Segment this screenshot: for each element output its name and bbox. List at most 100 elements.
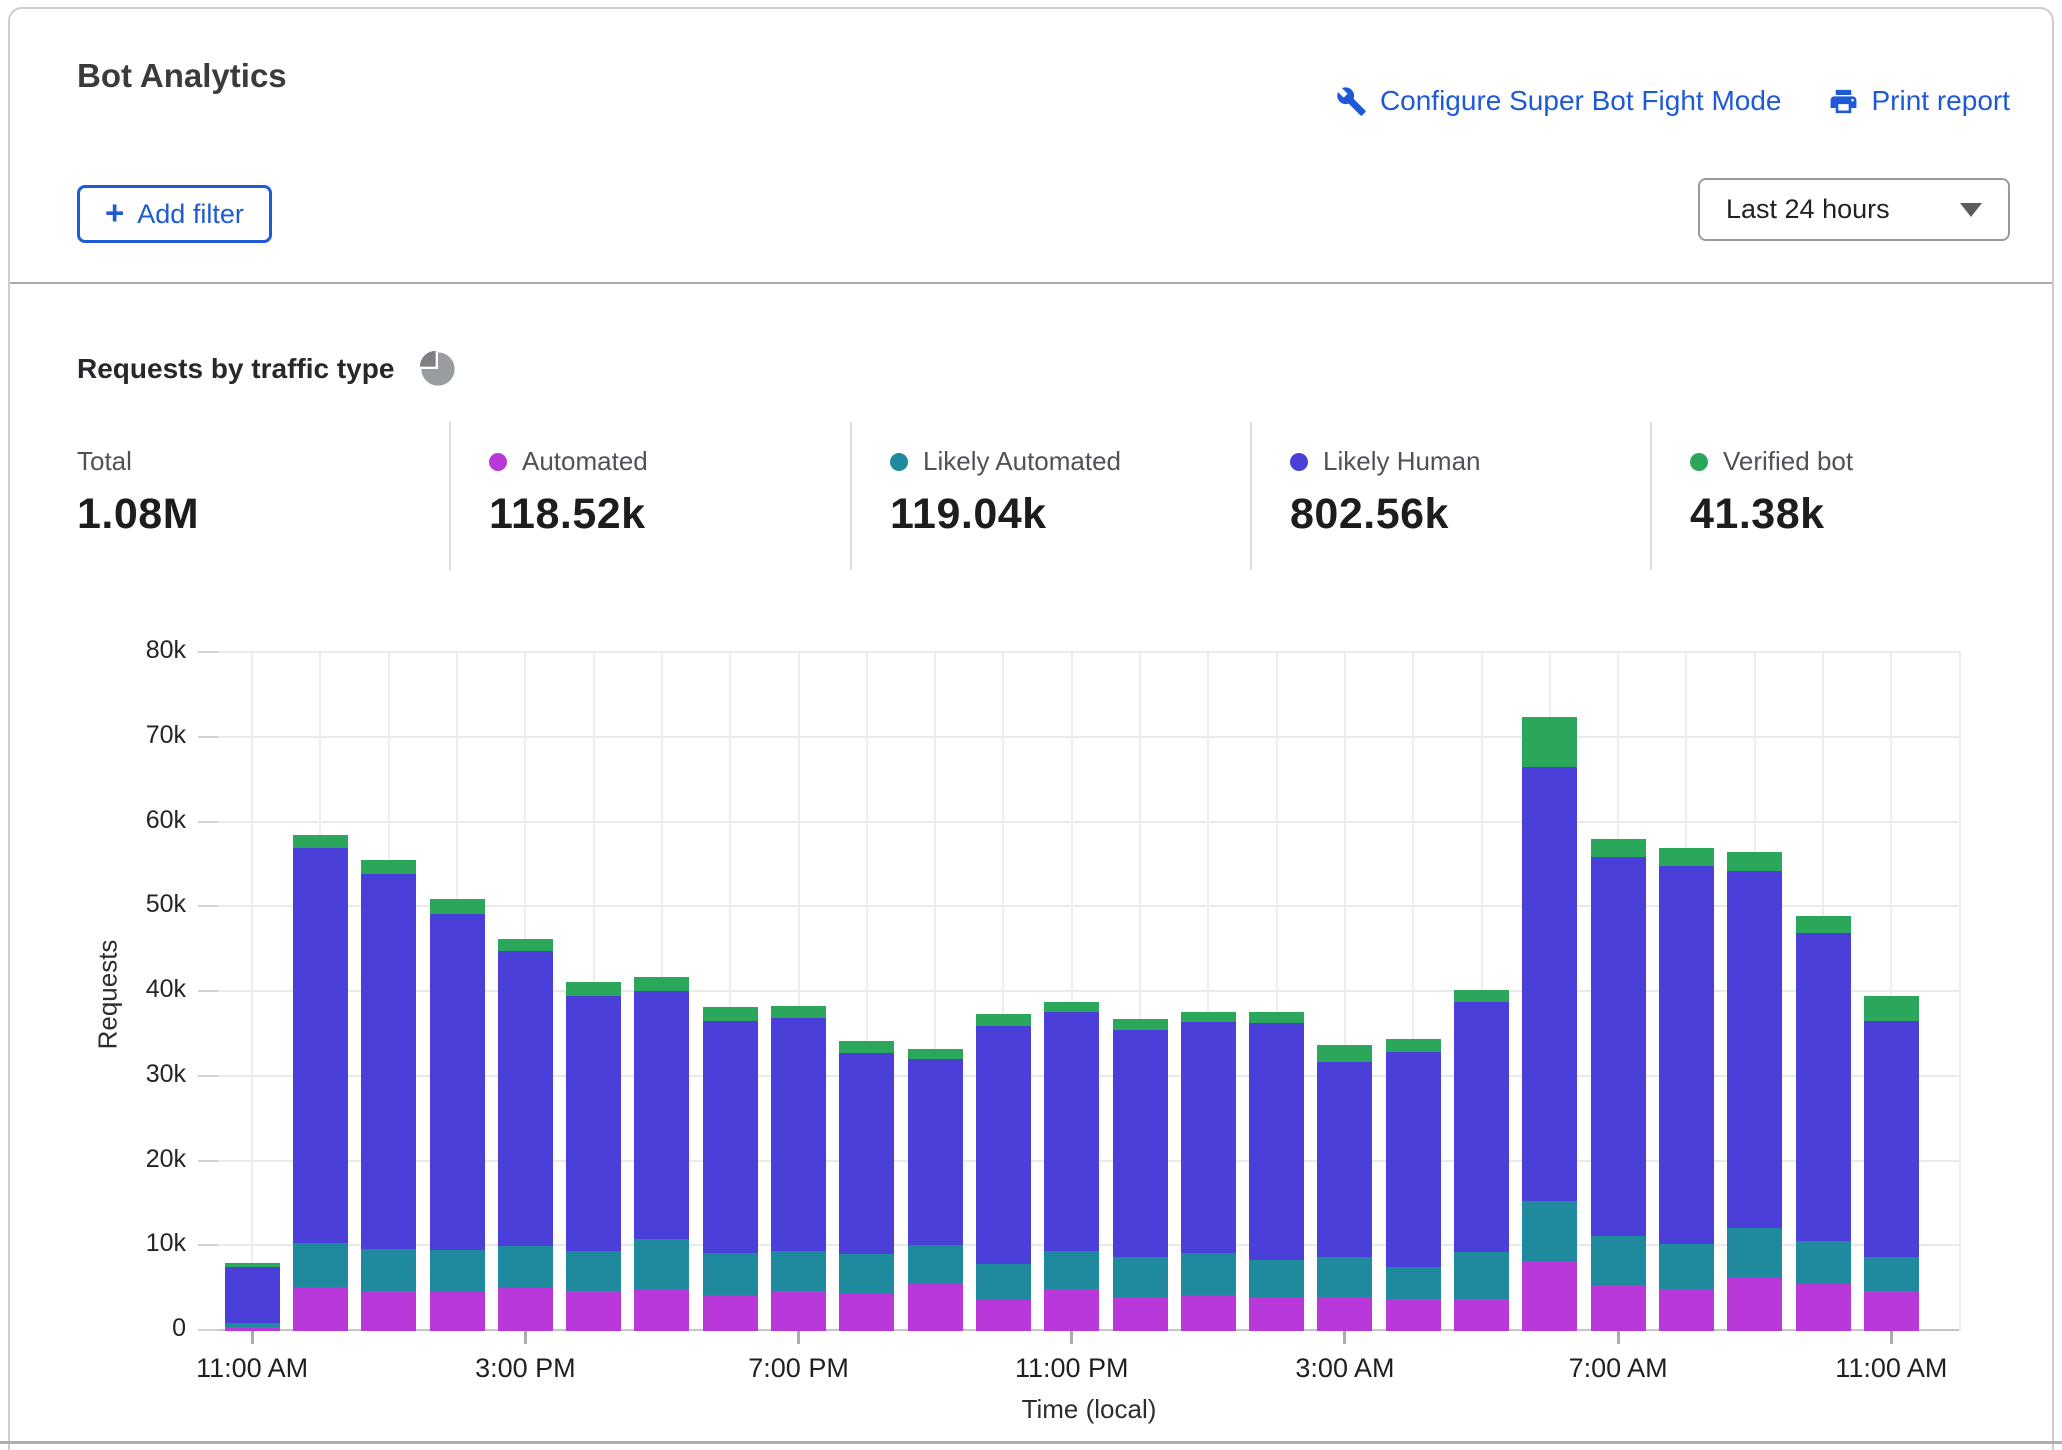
stacked-bar-3-00-pm[interactable] bbox=[498, 939, 553, 1331]
stat-divider bbox=[1250, 422, 1252, 570]
stat-automated-label: Automated bbox=[522, 446, 648, 477]
add-filter-label: Add filter bbox=[137, 199, 244, 230]
bar-segment-verified-bot bbox=[1796, 916, 1851, 933]
stat-likely-human-value: 802.56k bbox=[1290, 490, 1481, 539]
time-range-select[interactable]: Last 24 hours bbox=[1698, 178, 2010, 241]
bar-segment-likely-human bbox=[908, 1059, 963, 1245]
bar-segment-likely-automated bbox=[839, 1254, 894, 1294]
stacked-bar-6-00-pm[interactable] bbox=[703, 1007, 758, 1331]
stacked-bar-8-00-pm[interactable] bbox=[839, 1041, 894, 1331]
bar-segment-likely-human bbox=[1113, 1030, 1168, 1257]
bar-segment-verified-bot bbox=[1113, 1019, 1168, 1030]
bar-segment-likely-human bbox=[430, 914, 485, 1250]
stacked-bar-11-00-am[interactable] bbox=[225, 1263, 280, 1331]
x-tick-label: 11:00 AM bbox=[1835, 1353, 1947, 1384]
y-tick bbox=[198, 736, 218, 738]
stacked-bar-9-00-pm[interactable] bbox=[908, 1049, 963, 1331]
print-link-label: Print report bbox=[1872, 85, 2011, 117]
stat-total-value: 1.08M bbox=[77, 490, 199, 539]
y-tick-label: 0 bbox=[68, 1314, 186, 1343]
add-filter-button[interactable]: + Add filter bbox=[77, 185, 272, 243]
stacked-bar-3-00-am[interactable] bbox=[1317, 1045, 1372, 1331]
bar-segment-likely-human bbox=[976, 1026, 1031, 1264]
bar-segment-likely-automated bbox=[1113, 1257, 1168, 1297]
stacked-bar-2-00-am[interactable] bbox=[1249, 1012, 1304, 1331]
stat-total-label: Total bbox=[77, 446, 132, 477]
wrench-icon bbox=[1336, 86, 1367, 117]
y-gridline bbox=[218, 821, 1961, 823]
bar-segment-likely-human bbox=[1181, 1022, 1236, 1253]
page-title: Bot Analytics bbox=[77, 57, 287, 95]
stacked-bar-1-00-pm[interactable] bbox=[361, 860, 416, 1331]
x-tick bbox=[251, 1331, 254, 1344]
bar-segment-automated bbox=[1591, 1285, 1646, 1331]
y-tick-label: 60k bbox=[68, 806, 186, 835]
bar-segment-likely-automated bbox=[1044, 1251, 1099, 1289]
stacked-bar-9-00-am[interactable] bbox=[1727, 852, 1782, 1331]
x-tick-label: 3:00 PM bbox=[475, 1353, 576, 1384]
stacked-bar-6-00-am[interactable] bbox=[1522, 717, 1577, 1331]
y-tick-label: 20k bbox=[68, 1145, 186, 1174]
bar-segment-likely-human bbox=[1659, 866, 1714, 1244]
bar-segment-automated bbox=[1522, 1261, 1577, 1331]
stacked-bar-2-00-pm[interactable] bbox=[430, 899, 485, 1331]
bar-segment-automated bbox=[1454, 1299, 1509, 1331]
bar-segment-verified-bot bbox=[293, 835, 348, 848]
stacked-bar-8-00-am[interactable] bbox=[1659, 848, 1714, 1331]
bar-segment-automated bbox=[908, 1284, 963, 1331]
stat-likely-human: Likely Human 802.56k bbox=[1290, 446, 1481, 539]
bar-segment-likely-human bbox=[1796, 933, 1851, 1241]
stacked-bar-7-00-am[interactable] bbox=[1591, 839, 1646, 1331]
x-tick bbox=[1890, 1331, 1893, 1344]
stacked-bar-12-00-am[interactable] bbox=[1113, 1019, 1168, 1331]
bar-segment-verified-bot bbox=[1044, 1002, 1099, 1012]
bar-segment-likely-automated bbox=[1317, 1257, 1372, 1297]
x-tick bbox=[1343, 1331, 1346, 1344]
stacked-bar-4-00-am[interactable] bbox=[1386, 1039, 1441, 1331]
print-report-link[interactable]: Print report bbox=[1828, 85, 2011, 117]
stacked-bar-7-00-pm[interactable] bbox=[771, 1006, 826, 1331]
bar-segment-likely-automated bbox=[1386, 1267, 1441, 1299]
stacked-bar-12-00-pm[interactable] bbox=[293, 835, 348, 1331]
y-tick bbox=[198, 821, 218, 823]
header-links: Configure Super Bot Fight Mode Print rep… bbox=[1336, 85, 2010, 117]
bar-segment-likely-human bbox=[1249, 1023, 1304, 1260]
bar-segment-likely-automated bbox=[430, 1250, 485, 1292]
section-title: Requests by traffic type bbox=[77, 353, 394, 385]
x-tick-label: 7:00 AM bbox=[1569, 1353, 1668, 1384]
y-tick-label: 70k bbox=[68, 721, 186, 750]
bar-segment-likely-automated bbox=[1864, 1257, 1919, 1291]
pie-chart-icon bbox=[418, 349, 458, 389]
verified-bot-legend-dot bbox=[1690, 453, 1708, 471]
stat-verified-bot: Verified bot 41.38k bbox=[1690, 446, 1853, 539]
configure-super-bot-fight-mode-link[interactable]: Configure Super Bot Fight Mode bbox=[1336, 85, 1782, 117]
stacked-bar-11-00-pm[interactable] bbox=[1044, 1002, 1099, 1331]
stacked-bar-10-00-am[interactable] bbox=[1796, 916, 1851, 1331]
chevron-down-icon bbox=[1960, 203, 1982, 217]
stat-divider bbox=[449, 422, 451, 570]
bar-segment-likely-human bbox=[1044, 1012, 1099, 1251]
stacked-bar-11-00-am[interactable] bbox=[1864, 996, 1919, 1331]
y-tick-label: 30k bbox=[68, 1060, 186, 1089]
bar-segment-verified-bot bbox=[1727, 852, 1782, 871]
bar-segment-likely-human bbox=[1864, 1021, 1919, 1257]
configure-link-label: Configure Super Bot Fight Mode bbox=[1380, 85, 1782, 117]
bar-segment-automated bbox=[839, 1294, 894, 1331]
stacked-bar-1-00-am[interactable] bbox=[1181, 1012, 1236, 1331]
x-tick bbox=[797, 1331, 800, 1344]
stacked-bar-10-00-pm[interactable] bbox=[976, 1014, 1031, 1331]
bar-segment-likely-automated bbox=[1796, 1241, 1851, 1283]
x-tick bbox=[1617, 1331, 1620, 1344]
x-gridline bbox=[251, 653, 253, 1331]
stacked-bar-5-00-am[interactable] bbox=[1454, 990, 1509, 1331]
bar-segment-likely-automated bbox=[1181, 1253, 1236, 1295]
bar-segment-verified-bot bbox=[1181, 1012, 1236, 1022]
y-tick bbox=[198, 651, 218, 653]
bar-segment-likely-human bbox=[1317, 1062, 1372, 1258]
stacked-bar-4-00-pm[interactable] bbox=[566, 982, 621, 1331]
bar-segment-automated bbox=[976, 1300, 1031, 1331]
bar-segment-automated bbox=[1659, 1289, 1714, 1331]
stacked-bar-5-00-pm[interactable] bbox=[634, 977, 689, 1331]
bar-segment-verified-bot bbox=[703, 1007, 758, 1021]
likely-human-legend-dot bbox=[1290, 453, 1308, 471]
